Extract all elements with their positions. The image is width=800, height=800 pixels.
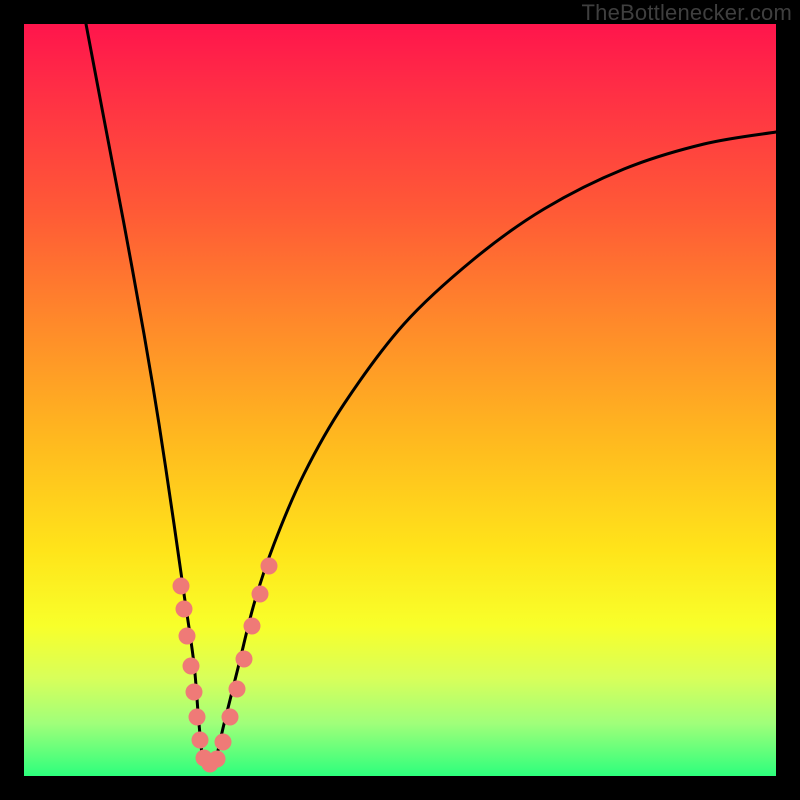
curve-svg	[24, 24, 776, 776]
highlight-dot	[173, 578, 190, 595]
highlight-dot	[236, 651, 253, 668]
highlight-dot	[186, 684, 203, 701]
watermark-text: TheBottlenecker.com	[582, 0, 792, 26]
highlight-dot	[189, 709, 206, 726]
highlight-dot	[192, 732, 209, 749]
highlight-dot	[176, 601, 193, 618]
highlight-dot	[222, 709, 239, 726]
chart-frame: TheBottlenecker.com	[0, 0, 800, 800]
highlight-dot	[209, 751, 226, 768]
highlight-dot	[252, 586, 269, 603]
highlight-dot	[229, 681, 246, 698]
plot-area	[24, 24, 776, 776]
highlight-dot	[183, 658, 200, 675]
bottleneck-curve	[86, 24, 776, 769]
highlight-dots-group	[173, 558, 278, 773]
highlight-dot	[179, 628, 196, 645]
highlight-dot	[244, 618, 261, 635]
highlight-dot	[261, 558, 278, 575]
highlight-dot	[215, 734, 232, 751]
